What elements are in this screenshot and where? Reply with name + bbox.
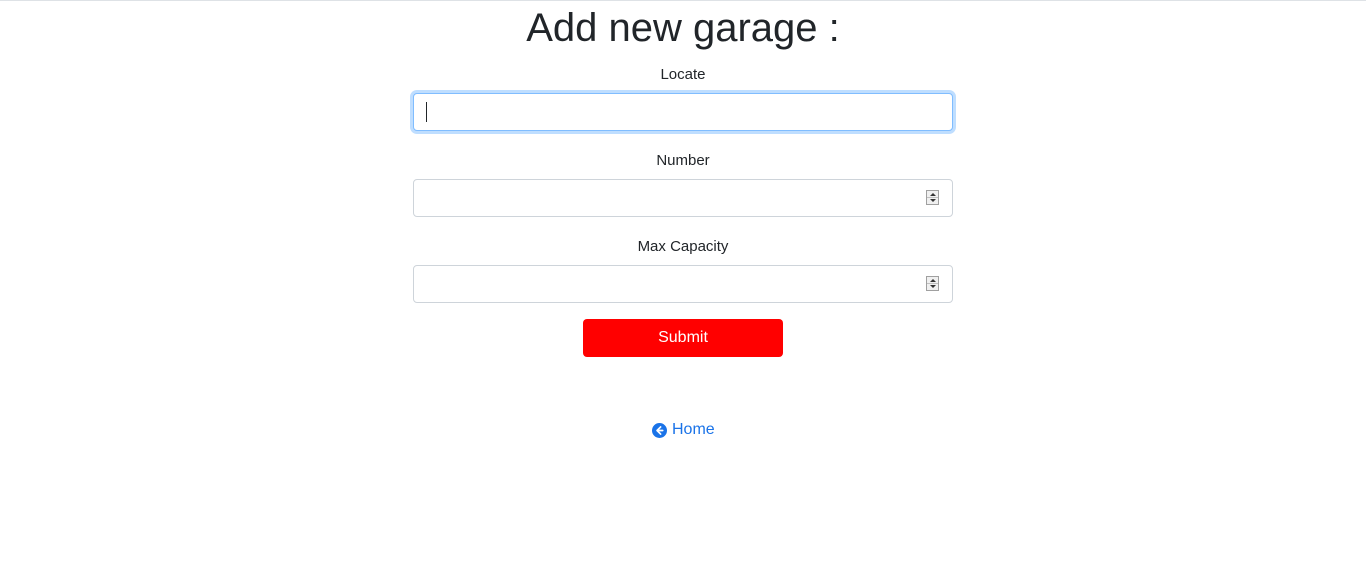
locate-label: Locate: [660, 66, 706, 83]
stepper-down-icon[interactable]: [930, 199, 936, 202]
max-capacity-field-wrapper: [413, 265, 953, 303]
number-stepper[interactable]: [926, 190, 939, 205]
arrow-circle-left-icon: [652, 422, 667, 438]
locate-input[interactable]: [413, 93, 953, 131]
home-link-label: Home: [672, 421, 715, 438]
number-field-wrapper: [413, 179, 953, 217]
home-link[interactable]: Home: [652, 420, 715, 440]
stepper-up-icon[interactable]: [930, 279, 936, 282]
max-capacity-input[interactable]: [413, 265, 953, 303]
add-garage-form: Add new garage : Locate Number Max Capac…: [413, 0, 953, 357]
number-input[interactable]: [413, 179, 953, 217]
stepper-down-icon[interactable]: [930, 285, 936, 288]
stepper-up-icon[interactable]: [930, 193, 936, 196]
number-label: Number: [656, 152, 710, 169]
text-caret: [426, 102, 427, 122]
locate-field-wrapper: [413, 93, 953, 131]
stepper-divider: [927, 197, 938, 198]
page-title: Add new garage :: [526, 6, 840, 50]
stepper-divider: [927, 283, 938, 284]
max-capacity-stepper[interactable]: [926, 276, 939, 291]
submit-button[interactable]: Submit: [583, 319, 783, 357]
max-capacity-label: Max Capacity: [637, 238, 729, 255]
